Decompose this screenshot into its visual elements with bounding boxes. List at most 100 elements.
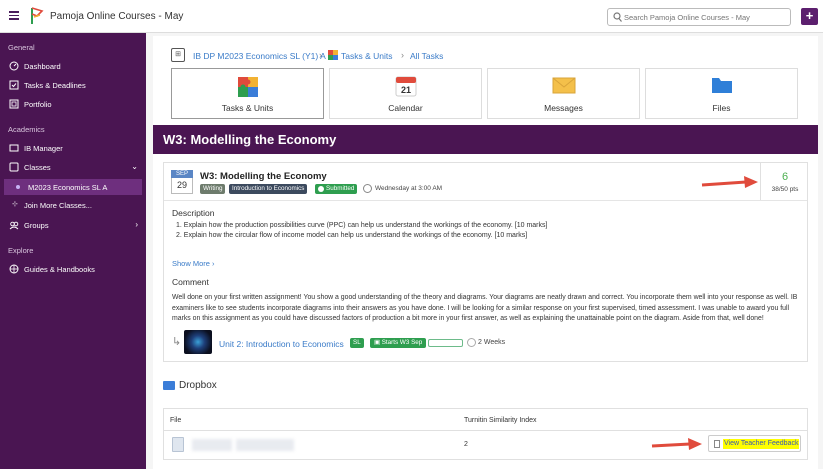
chevron-down-icon: ⌄: [131, 162, 138, 171]
sidebar-item-guides[interactable]: Guides & Handbooks: [0, 261, 146, 277]
tile-label: Files: [712, 103, 731, 113]
hamburger-menu-icon[interactable]: [9, 11, 19, 20]
breadcrumb-course[interactable]: IB DP M2023 Economics SL (Y1) A: [193, 51, 326, 61]
tile-calendar[interactable]: 21 Calendar: [329, 68, 482, 119]
tile-messages[interactable]: Messages: [487, 68, 640, 119]
sidebar-item-label: Dashboard: [24, 62, 61, 71]
unit-row: ↳ Unit 2: Introduction to Economics SL ▣…: [172, 330, 792, 356]
sidebar-item-label: Portfolio: [24, 100, 52, 109]
guides-icon: [9, 264, 19, 274]
ib-manager-icon: [9, 144, 19, 152]
assignment-card: SEP 29 W3: Modelling the Economy Writing…: [163, 162, 808, 362]
tile-label: Calendar: [388, 103, 423, 113]
active-dot-icon: [16, 185, 20, 189]
redacted-filename: [236, 439, 294, 451]
due-date-calendar: SEP 29: [171, 170, 193, 194]
description-fade: [172, 243, 802, 257]
tile-label: Tasks & Units: [221, 103, 274, 113]
tag-submitted: Submitted: [315, 184, 358, 194]
unit-thumbnail[interactable]: [184, 330, 212, 354]
tile-label: Messages: [544, 103, 583, 113]
search-input[interactable]: [624, 11, 784, 23]
sidebar-item-label: Classes: [24, 163, 51, 172]
app-title: Pamoja Online Courses - May: [50, 11, 184, 22]
sidebar-item-economics-class[interactable]: M2023 Economics SL A: [4, 179, 142, 195]
sidebar-section-academics: Academics: [8, 125, 45, 134]
sidebar-section-general: General: [8, 43, 35, 52]
due-month: SEP: [171, 170, 193, 178]
tasks-icon: [9, 80, 19, 90]
sidebar-section-explore: Explore: [8, 246, 34, 255]
join-icon: ⊹: [12, 201, 18, 208]
calendar-small-icon: ▣: [374, 339, 382, 346]
classes-icon: [9, 162, 19, 172]
divider: [164, 430, 807, 431]
search-box[interactable]: [607, 8, 791, 26]
breadcrumb-tasks-units[interactable]: Tasks & Units: [341, 51, 393, 61]
sidebar-item-classes[interactable]: Classes ⌄: [0, 159, 146, 175]
sl-tag: SL: [350, 338, 364, 348]
dashboard-icon: [9, 61, 19, 71]
assignment-banner: W3: Modelling the Economy: [153, 125, 818, 154]
description-heading: Description: [172, 208, 215, 218]
divider: [164, 200, 807, 201]
clock-icon: [467, 338, 476, 347]
unit-duration: 2 Weeks: [478, 339, 506, 346]
clock-icon: [363, 184, 372, 193]
add-button[interactable]: +: [801, 8, 818, 25]
redacted-filename: [192, 439, 232, 451]
description-line: 1. Explain how the production possibilit…: [176, 222, 548, 229]
sidebar-item-label: IB Manager: [24, 144, 63, 153]
tile-tasks-units[interactable]: Tasks & Units: [171, 68, 324, 119]
tag-intro-economics: Introduction to Economics: [229, 184, 308, 194]
sidebar-item-label: Join More Classes...: [24, 201, 92, 210]
sidebar: General Dashboard Tasks & Deadlines Port…: [0, 33, 146, 469]
assignment-title: W3: Modelling the Economy: [200, 171, 327, 182]
sidebar-item-portfolio[interactable]: Portfolio: [0, 96, 146, 112]
unit-link[interactable]: Unit 2: Introduction to Economics: [219, 339, 344, 349]
sidebar-item-tasks-deadlines[interactable]: Tasks & Deadlines: [0, 77, 146, 93]
banner-title: W3: Modelling the Economy: [163, 132, 337, 147]
due-time: Wednesday at 3:00 AM: [375, 185, 443, 192]
show-more-link[interactable]: Show More ›: [172, 259, 215, 268]
calendar-day: 21: [400, 85, 410, 95]
comment-heading: Comment: [172, 277, 209, 287]
pamoja-logo-icon: [31, 7, 44, 24]
sidebar-item-label: M2023 Economics SL A: [28, 183, 108, 192]
starts-tag: ▣ Starts W3 Sep: [370, 338, 427, 348]
envelope-icon: [552, 77, 575, 94]
file-icon[interactable]: [172, 437, 184, 452]
score-points: 38/50 pts: [771, 186, 799, 193]
return-arrow-icon: ↳: [172, 336, 182, 348]
check-icon: [318, 186, 324, 192]
starts-label: Starts W3 Sep: [381, 339, 423, 346]
search-icon: [613, 12, 622, 22]
tile-files[interactable]: Files: [645, 68, 798, 119]
sidebar-item-ib-manager[interactable]: IB Manager: [0, 140, 146, 156]
sidebar-item-join-classes[interactable]: ⊹ Join More Classes...: [0, 197, 146, 213]
course-grid-icon[interactable]: ⊞: [171, 48, 185, 62]
sidebar-item-groups[interactable]: Groups ›: [0, 217, 146, 233]
view-teacher-feedback-button[interactable]: View Teacher Feedback: [708, 435, 801, 452]
dropbox-title: Dropbox: [179, 380, 217, 391]
breadcrumb-separator: ›: [319, 50, 322, 60]
sidebar-item-label: Tasks & Deadlines: [24, 81, 86, 90]
submitted-label: Submitted: [326, 185, 355, 192]
puzzle-icon: [237, 77, 258, 97]
folder-icon: [711, 78, 732, 93]
top-bar: Pamoja Online Courses - May +: [0, 0, 823, 33]
feedback-button-label: View Teacher Feedback: [723, 439, 800, 449]
main-content: ⊞ IB DP M2023 Economics SL (Y1) A › Task…: [153, 36, 818, 469]
description-line: 2. Explain how the circular flow of inco…: [176, 232, 528, 239]
sidebar-item-dashboard[interactable]: Dashboard: [0, 58, 146, 74]
groups-icon: [9, 221, 19, 230]
tag-writing: Writing: [200, 184, 226, 194]
folder-icon: [163, 381, 175, 390]
column-header-similarity: Turnitin Similarity Index: [464, 417, 537, 424]
puzzle-icon: [328, 50, 338, 60]
sidebar-item-label: Groups: [24, 221, 49, 230]
due-day: 29: [171, 178, 193, 194]
document-icon: [714, 440, 720, 448]
breadcrumb-all-tasks[interactable]: All Tasks: [410, 51, 443, 61]
annotation-arrow-icon: [651, 438, 702, 450]
